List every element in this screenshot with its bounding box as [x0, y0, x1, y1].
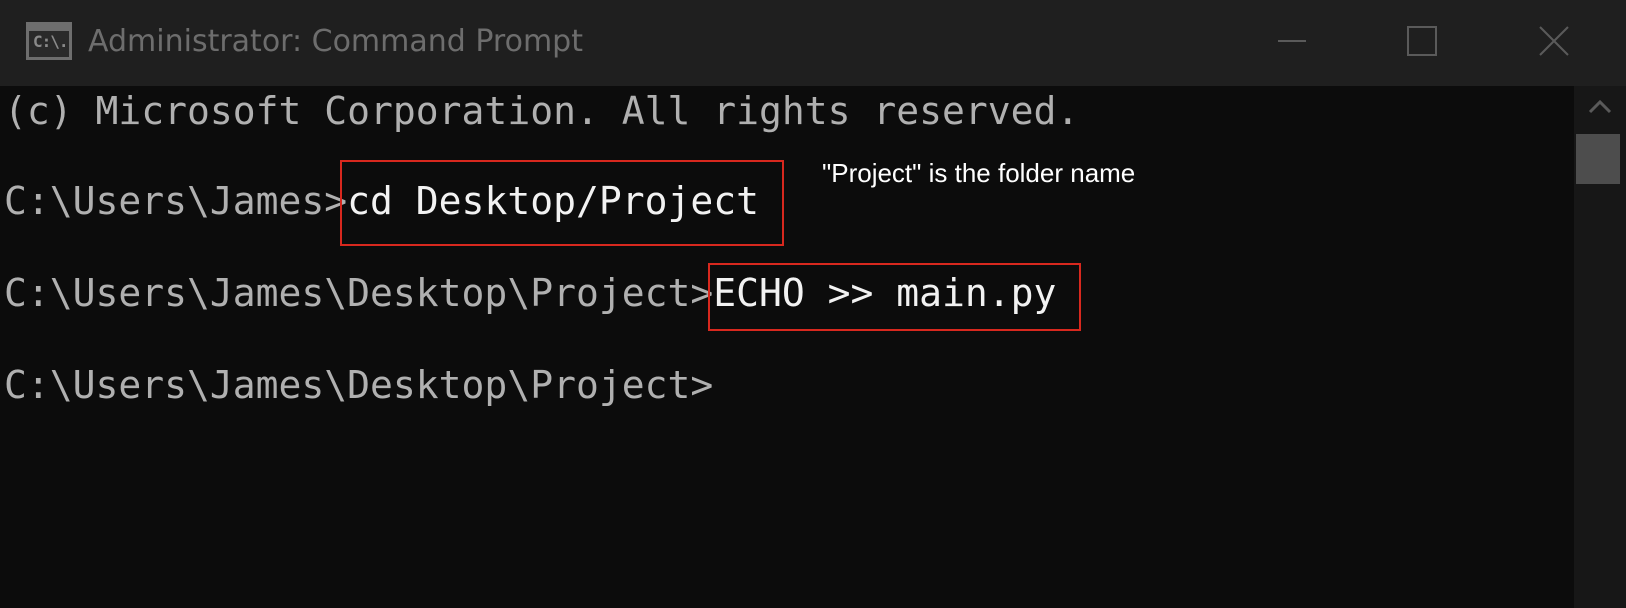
cmd-icon: C:\.: [26, 22, 72, 60]
cmd-icon-text: C:\.: [33, 32, 69, 51]
console-prompt: C:\Users\James\Desktop\Project>: [4, 271, 714, 315]
highlight-box-echo-command: [708, 263, 1081, 331]
console-text: (c) Microsoft Corporation. All rights re…: [4, 89, 1080, 133]
vertical-scrollbar[interactable]: [1574, 86, 1626, 608]
minimize-button[interactable]: [1232, 0, 1352, 86]
title-bar[interactable]: C:\. Administrator: Command Prompt: [0, 0, 1626, 86]
chevron-up-icon: [1588, 99, 1612, 114]
console-prompt: C:\Users\James\Desktop\Project>: [4, 363, 714, 407]
close-button[interactable]: [1494, 0, 1614, 86]
command-prompt-window: C:\. Administrator: Command Prompt (c) M…: [0, 0, 1626, 608]
console-prompt: C:\Users\James>: [4, 179, 348, 223]
console-line-current-prompt[interactable]: C:\Users\James\Desktop\Project>: [4, 362, 713, 408]
maximize-button[interactable]: [1362, 0, 1482, 86]
minimize-icon: [1278, 40, 1306, 42]
close-icon: [1539, 26, 1569, 56]
maximize-icon: [1407, 26, 1437, 56]
window-title: Administrator: Command Prompt: [88, 24, 583, 59]
highlight-box-cd-command: [340, 160, 784, 246]
console-output[interactable]: (c) Microsoft Corporation. All rights re…: [0, 86, 1574, 608]
annotation-label: "Project" is the folder name: [822, 158, 1136, 188]
scrollbar-thumb[interactable]: [1576, 134, 1620, 184]
console-line-copyright: (c) Microsoft Corporation. All rights re…: [4, 88, 1079, 134]
scroll-up-button[interactable]: [1574, 86, 1626, 126]
